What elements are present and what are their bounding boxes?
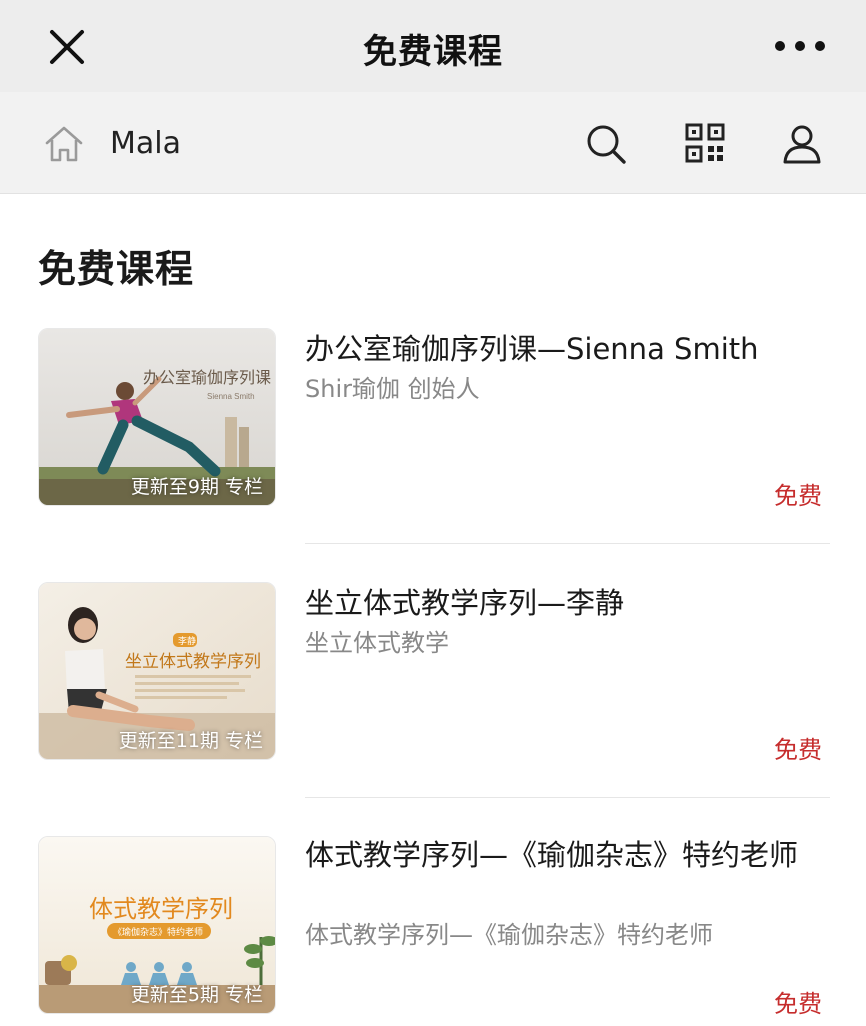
price-label: 免费 [774, 482, 822, 510]
search-icon[interactable] [584, 122, 628, 166]
user-icon[interactable] [780, 122, 824, 166]
cover-tag-text: 李静 [178, 635, 196, 646]
price-label: 免费 [774, 736, 822, 764]
course-subtitle: 坐立体式教学 [305, 629, 449, 657]
page-title: 免费课程 [363, 32, 503, 72]
course-title[interactable]: 坐立体式教学序列—李静 [305, 584, 830, 622]
course-item[interactable]: 李静 坐立体式教学序列 更新至11期 专栏 坐立体式教学序列—李静 坐立体式教学… [0, 582, 866, 772]
cover-title-text: 体式教学序列 [89, 896, 233, 923]
cover-title-text: 坐立体式教学序列 [125, 652, 261, 671]
more-dots-icon[interactable] [772, 34, 828, 58]
cover-sub-text: 《瑜伽杂志》特约老师 [113, 926, 203, 937]
top-bar: 免费课程 [0, 0, 866, 92]
episode-badge: 更新至9期 专栏 [130, 476, 263, 498]
qr-code-icon[interactable] [684, 122, 726, 164]
shop-bar: Mala [0, 92, 866, 194]
cover-title-text: 办公室瑜伽序列课 [143, 369, 271, 387]
section-title: 免费课程 [38, 247, 195, 291]
course-thumbnail[interactable]: 李静 坐立体式教学序列 更新至11期 专栏 [38, 582, 276, 760]
course-thumbnail[interactable]: 办公室瑜伽序列课 Sienna Smith 更新至9期 专栏 [38, 328, 276, 506]
cover-sub-text: Sienna Smith [207, 392, 255, 401]
price-label: 免费 [774, 990, 822, 1018]
course-subtitle: Shir瑜伽 创始人 [305, 375, 480, 403]
divider [305, 543, 830, 544]
episode-badge: 更新至5期 专栏 [130, 984, 263, 1006]
episode-badge: 更新至11期 专栏 [118, 730, 263, 752]
home-icon[interactable] [42, 122, 86, 166]
course-title[interactable]: 办公室瑜伽序列课—Sienna Smith [305, 330, 830, 368]
course-item[interactable]: 办公室瑜伽序列课 Sienna Smith 更新至9期 专栏 办公室瑜伽序列课—… [0, 328, 866, 518]
course-thumbnail[interactable]: 体式教学序列 《瑜伽杂志》特约老师 更新至5期 专栏 [38, 836, 276, 1014]
divider [305, 797, 830, 798]
course-title[interactable]: 体式教学序列—《瑜伽杂志》特约老师 [305, 836, 830, 874]
course-item[interactable]: 体式教学序列 《瑜伽杂志》特约老师 更新至5期 专栏 体式教学序列—《瑜伽杂志》… [0, 836, 866, 1026]
shop-name[interactable]: Mala [110, 126, 181, 161]
course-subtitle: 体式教学序列—《瑜伽杂志》特约老师 [305, 921, 713, 949]
